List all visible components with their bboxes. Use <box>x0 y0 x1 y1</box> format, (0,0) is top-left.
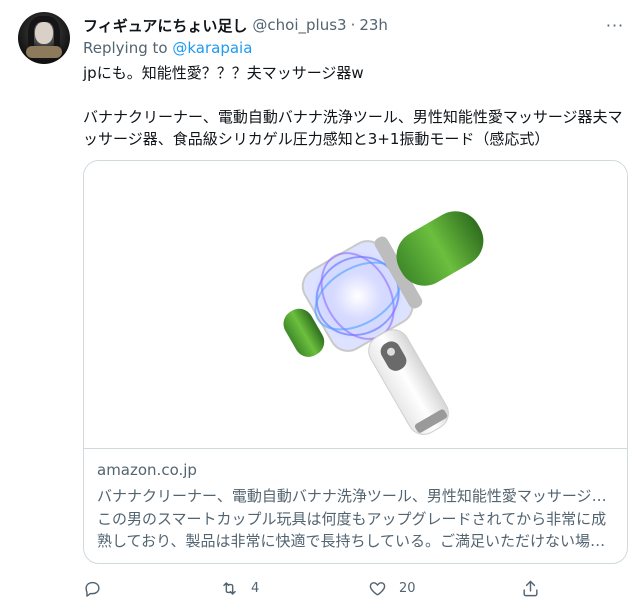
share-icon <box>523 580 538 596</box>
heart-icon <box>369 581 386 596</box>
like-count: 20 <box>399 580 416 596</box>
tweet-text-line: jpにも。知能性愛？？？夫マッサージ器w <box>83 64 364 82</box>
user-handle[interactable]: @choi_plus3 <box>252 16 346 34</box>
share-button[interactable] <box>521 575 552 601</box>
avatar-face <box>35 22 53 44</box>
product-image <box>283 211 484 435</box>
reply-button[interactable] <box>83 575 114 601</box>
tweet-text-paragraph: バナナクリーナー、電動自動バナナ洗浄ツール、男性知能性愛マッサージ器夫マッサージ… <box>83 108 623 148</box>
replying-to: Replying to @karapaia <box>83 39 252 57</box>
tweet-actions: 4 20 <box>83 575 543 601</box>
avatar[interactable] <box>18 12 70 64</box>
card-image[interactable] <box>84 161 627 449</box>
replying-prefix: Replying to <box>83 39 168 57</box>
separator-dot: · <box>350 16 356 34</box>
tweet-timestamp[interactable]: 23h <box>359 16 388 34</box>
card-domain: amazon.co.jp <box>97 461 197 479</box>
replying-mention-link[interactable]: @karapaia <box>172 39 252 57</box>
tweet-header: フィギュアにちょい足し @choi_plus3 · 23h ··· <box>83 14 626 36</box>
like-button[interactable]: 20 <box>368 575 416 601</box>
avatar-hands <box>26 46 62 58</box>
retweet-icon <box>223 581 236 595</box>
more-icon[interactable]: ··· <box>604 14 626 36</box>
card-title: バナナクリーナー、電動自動バナナ洗浄ツール、男性知能性愛マッサージ器夫マッサージ… <box>97 487 613 505</box>
reply-icon <box>85 581 100 597</box>
display-name[interactable]: フィギュアにちょい足し <box>83 15 247 36</box>
link-card[interactable]: amazon.co.jp バナナクリーナー、電動自動バナナ洗浄ツール、男性知能性… <box>83 160 628 564</box>
retweet-button[interactable]: 4 <box>220 575 259 601</box>
tweet-text: jpにも。知能性愛？？？夫マッサージ器w バナナクリーナー、電動自動バナナ洗浄ツ… <box>83 62 623 150</box>
retweet-count: 4 <box>251 580 260 596</box>
card-description: この男のスマートカップル玩具は何度もアップグレードされてから非常に成熟しており、… <box>97 510 607 550</box>
